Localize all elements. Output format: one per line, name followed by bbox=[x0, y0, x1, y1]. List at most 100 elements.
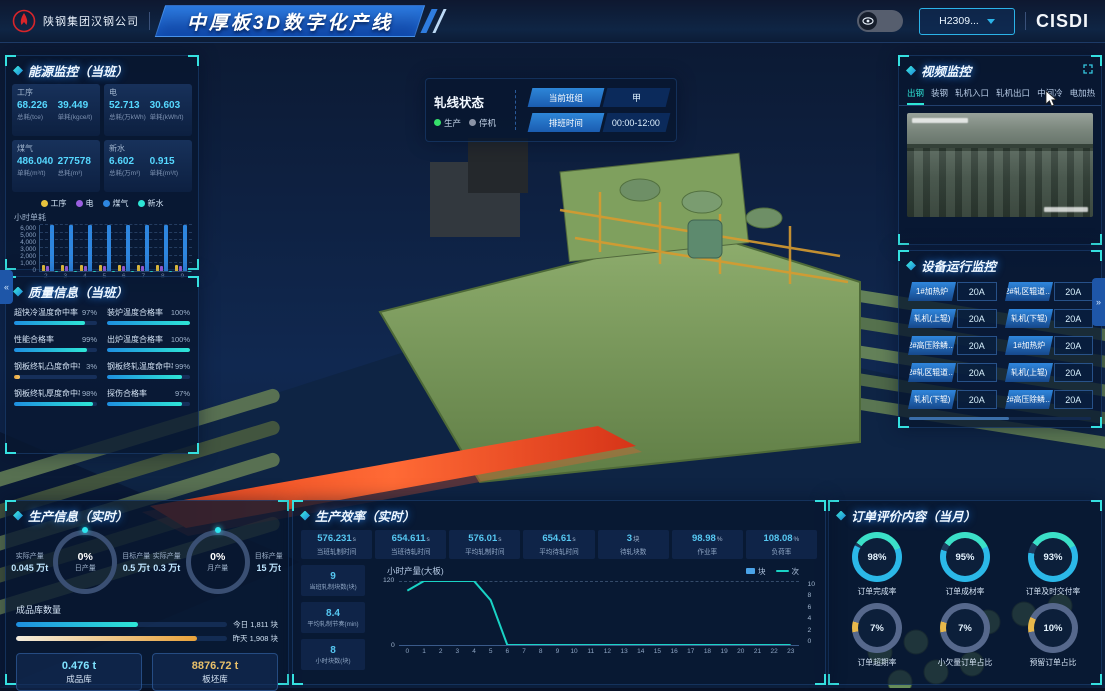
energy-metrics: 52.713总耗(万kWh)30.603单耗(kWh/t) bbox=[109, 100, 187, 121]
scrollbar-thumb[interactable] bbox=[909, 417, 1009, 420]
video-tab-电加热[interactable]: 电加热 bbox=[1070, 85, 1096, 105]
equipment-label: 2#高压除鳞… bbox=[1004, 390, 1052, 409]
donut-percent: 93% bbox=[1043, 552, 1062, 563]
line-selector-value: H2309... bbox=[939, 15, 979, 27]
quality-row: 装炉温度合格率 100% bbox=[107, 307, 190, 318]
bar bbox=[65, 266, 68, 271]
energy-chart: 6,0005,0004,0003,0002,0001,0000 bbox=[12, 225, 192, 272]
axis-tick: 16 bbox=[666, 648, 683, 655]
axis-tick: 10 bbox=[807, 581, 815, 588]
legend-dot bbox=[434, 119, 441, 126]
stat-value: 98.98% bbox=[674, 533, 741, 544]
progress-track bbox=[14, 321, 97, 325]
quality-percent: 100% bbox=[171, 308, 190, 317]
video-tab-轧机出口[interactable]: 轧机出口 bbox=[996, 85, 1030, 105]
gridline bbox=[40, 262, 192, 263]
quality-label: 钢板终轧厚度命中率 bbox=[14, 388, 80, 399]
panel-title: 生产效率（实时） bbox=[315, 506, 415, 525]
efficiency-stats: 576.231s当班轧制时间654.611s当班待轧时间576.01s平均轧制时… bbox=[301, 530, 817, 559]
stat-value: 9 bbox=[330, 571, 336, 582]
divider bbox=[515, 90, 517, 130]
energy-group-label: 新水 bbox=[109, 143, 187, 154]
quality-label: 装炉温度合格率 bbox=[107, 307, 163, 318]
gridline bbox=[40, 255, 192, 256]
equipment-item: 2#轧区辊道…20A bbox=[1004, 282, 1094, 301]
donut-percent: 10% bbox=[1043, 623, 1062, 634]
diamond-icon bbox=[13, 287, 23, 297]
axis-tick: 6,000 bbox=[20, 225, 36, 232]
diamond-icon bbox=[906, 261, 916, 271]
legend-line-icon bbox=[776, 570, 789, 572]
legend-item: 生产 bbox=[434, 117, 461, 129]
panel-title: 能源监控（当班） bbox=[28, 61, 128, 80]
equipment-value: 20A bbox=[1054, 390, 1093, 409]
metric-label: 总耗(tce) bbox=[17, 111, 54, 121]
axis-tick: 14 bbox=[632, 648, 649, 655]
equipment-label: 轧机(下辊) bbox=[1004, 309, 1052, 328]
camera-osd-text bbox=[912, 118, 968, 123]
progress-track bbox=[16, 636, 227, 641]
stat-label: 当班待轧时间 bbox=[377, 546, 444, 556]
inventory-bar-label: 昨天 1,908 块 bbox=[233, 633, 278, 644]
bar bbox=[160, 266, 163, 271]
stat-unit: s bbox=[427, 536, 430, 543]
axis-tick: 11 bbox=[582, 648, 599, 655]
chart-line bbox=[399, 581, 799, 645]
axis-tick: 21 bbox=[749, 648, 766, 655]
company-name: 陕钢集团汉钢公司 bbox=[43, 13, 139, 29]
line-selector-dropdown[interactable]: H2309... bbox=[919, 8, 1015, 35]
quality-label: 超快冷温度命中率 bbox=[14, 307, 78, 318]
video-feed[interactable] bbox=[907, 113, 1093, 217]
progress-track bbox=[107, 402, 190, 406]
video-tabs: 出钢装钢轧机入口轧机出口中间冷电加热 bbox=[899, 83, 1101, 106]
top-header: 陕钢集团汉钢公司 中厚板3D数字化产线 H2309... CISDI bbox=[0, 0, 1105, 43]
warehouse-cards: 0.476 t成品库8876.72 t板坯库 bbox=[16, 653, 278, 691]
inventory-title: 成品库数量 bbox=[16, 603, 288, 616]
chart-xaxis: 01234567891011121314151617181920212223 bbox=[399, 648, 799, 655]
visibility-toggle[interactable] bbox=[857, 10, 903, 32]
gauge-ring: 0%月产量 bbox=[186, 530, 250, 594]
equipment-label: 轧机(上辊) bbox=[1004, 363, 1052, 382]
equipment-item: 1#加热炉20A bbox=[907, 282, 997, 301]
legend-label: 块 bbox=[758, 566, 766, 577]
video-tab-出钢[interactable]: 出钢 bbox=[907, 85, 924, 105]
axis-tick: 5,000 bbox=[20, 232, 36, 239]
axis-tick: 17 bbox=[682, 648, 699, 655]
axis-tick: 15 bbox=[649, 648, 666, 655]
axis-tick: 0 bbox=[399, 648, 416, 655]
status-row: 排班时间00:00-12:00 bbox=[526, 113, 668, 132]
panel-header: 视频监控 bbox=[899, 56, 1083, 83]
metric-label: 单耗(m³/t) bbox=[17, 167, 54, 177]
axis-tick: 0 bbox=[807, 638, 815, 645]
page-title-plaque: 中厚板3D数字化产线 bbox=[155, 5, 426, 37]
energy-group-label: 煤气 bbox=[17, 143, 95, 154]
legend-item: 煤气 bbox=[103, 198, 129, 209]
quality-percent: 97% bbox=[175, 389, 190, 398]
progress-fill bbox=[14, 321, 85, 325]
quality-item: 性能合格率99% bbox=[14, 334, 97, 352]
progress-track bbox=[14, 375, 97, 379]
donut-label: 小欠量订单占比 bbox=[938, 657, 993, 668]
efficiency-stat: 654.61s平均待轧时间 bbox=[523, 530, 594, 559]
video-tab-装钢[interactable]: 装钢 bbox=[931, 85, 948, 105]
equipment-item: 轧机(上辊)20A bbox=[1004, 363, 1094, 382]
legend-label: 煤气 bbox=[113, 198, 129, 209]
donut-label: 订单及时交付率 bbox=[1026, 586, 1081, 597]
energy-metric: 486.040单耗(m³/t) bbox=[17, 156, 54, 177]
energy-chart-yaxis: 6,0005,0004,0003,0002,0001,0000 bbox=[12, 225, 39, 271]
video-tab-轧机入口[interactable]: 轧机入口 bbox=[955, 85, 989, 105]
donut-hole: 7% bbox=[946, 609, 984, 647]
stat-value: 15 万t bbox=[255, 561, 283, 574]
quality-item: 出炉温度合格率100% bbox=[107, 334, 190, 352]
collapse-right-tab[interactable]: » bbox=[1092, 278, 1105, 326]
equipment-value: 20A bbox=[1054, 363, 1093, 382]
collapse-left-tab[interactable]: « bbox=[0, 270, 13, 304]
axis-tick: 6 bbox=[499, 648, 516, 655]
stat-value: 654.611s bbox=[377, 533, 444, 544]
efficiency-stat: 576.231s当班轧制时间 bbox=[301, 530, 372, 559]
donut-ring: 7% bbox=[852, 603, 902, 653]
metric-label: 总耗(万m³) bbox=[109, 167, 146, 177]
equipment-scrollbar[interactable] bbox=[909, 417, 1091, 420]
energy-card: 新水6.602总耗(万m³)0.915单耗(m³/t) bbox=[104, 140, 192, 192]
donut-hole: 93% bbox=[1034, 538, 1072, 576]
